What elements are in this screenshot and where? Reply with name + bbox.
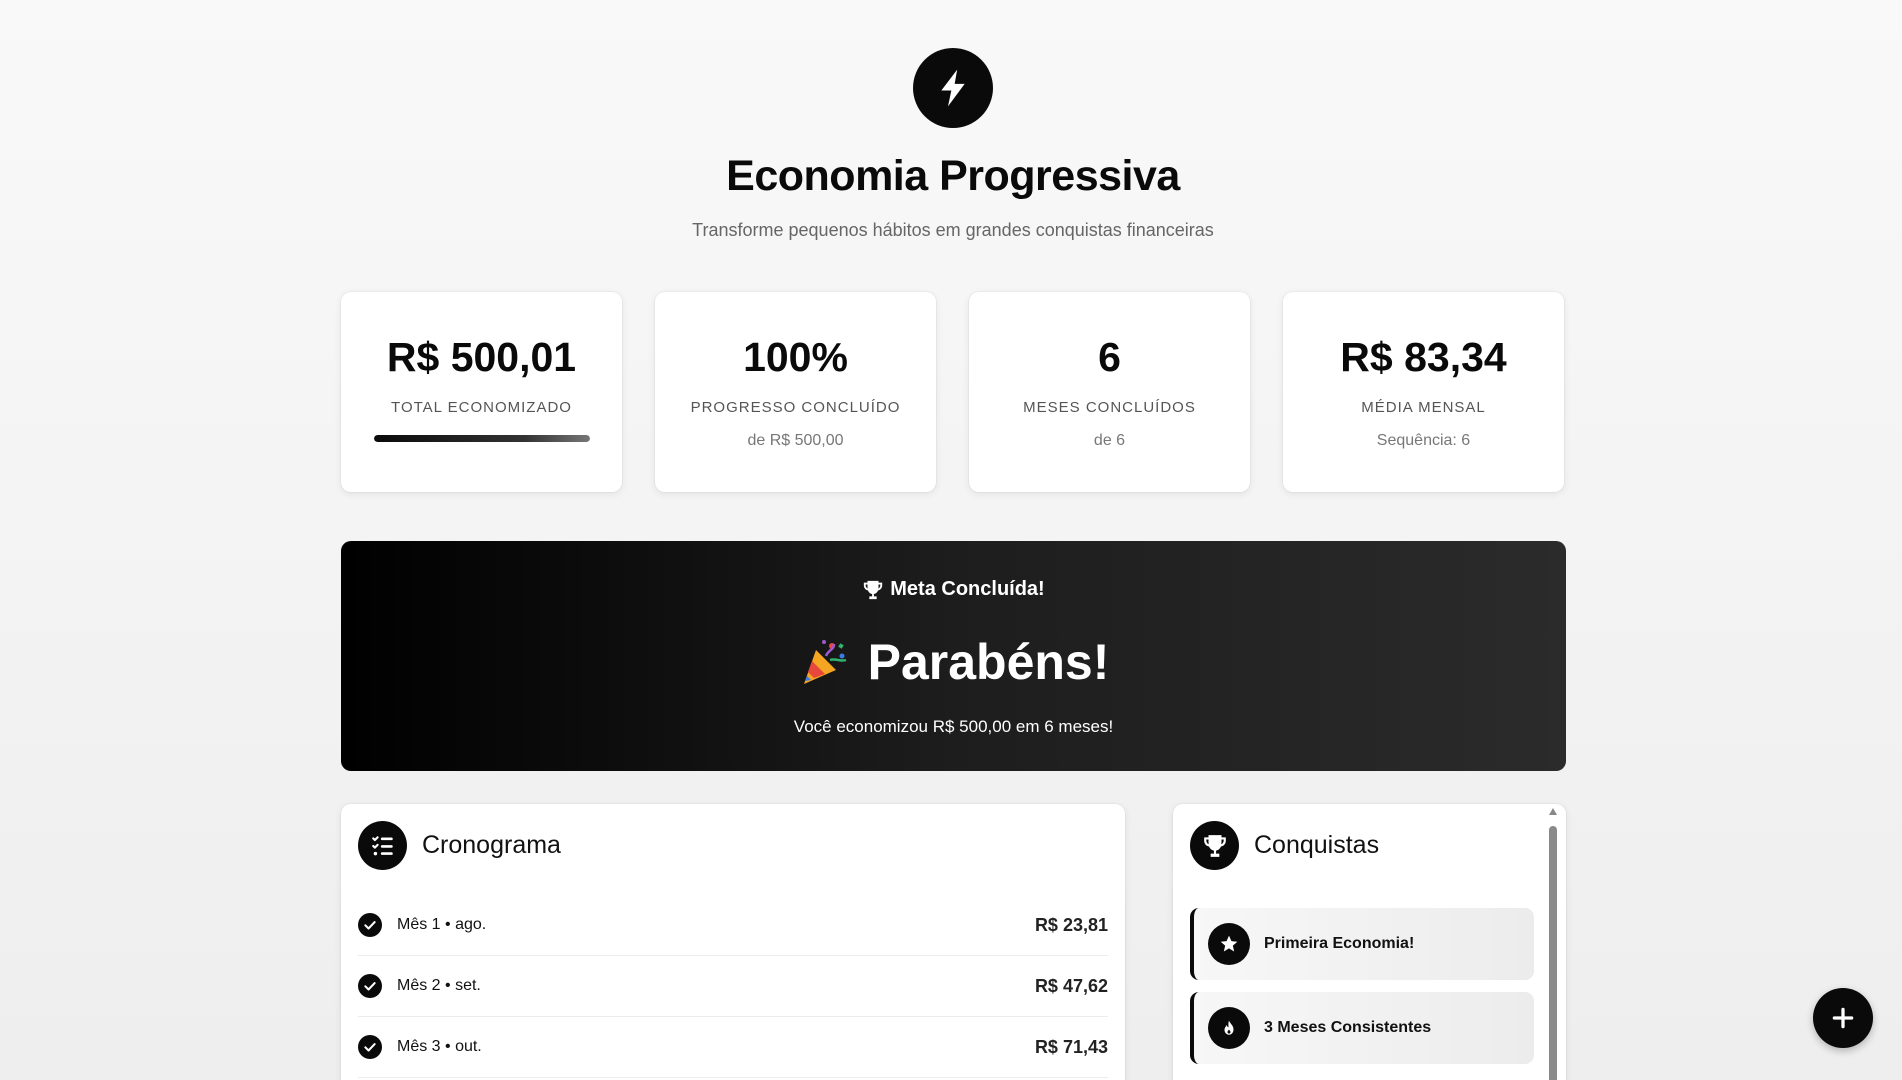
total-progress-bar xyxy=(374,435,590,442)
scroll-up-arrow-icon[interactable] xyxy=(1549,808,1557,815)
schedule-row-amount: R$ 23,81 xyxy=(1034,914,1108,935)
schedule-row[interactable]: Mês 2 • set. R$ 47,62 xyxy=(358,956,1108,1017)
schedule-row-label: Mês 3 • out. xyxy=(397,1038,482,1055)
achievement-item[interactable]: 3 Meses Consistentes xyxy=(1190,992,1534,1064)
total-progress-fill xyxy=(374,435,590,442)
schedule-header: Cronograma xyxy=(358,821,561,870)
schedule-row-amount: R$ 71,43 xyxy=(1034,1036,1108,1057)
add-button[interactable] xyxy=(1813,988,1873,1048)
stats-row: R$ 500,01 TOTAL ECONOMIZADO 100% PROGRES… xyxy=(341,292,1564,492)
stat-months-label: MESES CONCLUÍDOS xyxy=(1023,399,1196,416)
schedule-list: Mês 1 • ago. R$ 23,81 Mês 2 • set. R$ 47… xyxy=(358,895,1108,1078)
page-title: Economia Progressiva xyxy=(726,152,1180,200)
trophy-icon xyxy=(864,580,883,599)
stat-average-value: R$ 83,34 xyxy=(1340,334,1507,380)
stat-total-label: TOTAL ECONOMIZADO xyxy=(391,399,572,416)
stat-card-months: 6 MESES CONCLUÍDOS de 6 xyxy=(969,292,1250,492)
stat-average-sub: Sequência: 6 xyxy=(1376,432,1471,449)
stat-card-average: R$ 83,34 MÉDIA MENSAL Sequência: 6 xyxy=(1283,292,1564,492)
trophy-icon xyxy=(1190,821,1239,870)
schedule-row-label: Mês 1 • ago. xyxy=(397,916,487,933)
stat-months-value: 6 xyxy=(1098,334,1121,380)
check-circle-icon xyxy=(358,913,382,937)
stat-progress-value: 100% xyxy=(743,334,848,380)
checklist-icon xyxy=(358,821,407,870)
banner-tag-label: Meta Concluída! xyxy=(890,578,1045,600)
scroll-thumb[interactable] xyxy=(1549,826,1557,1080)
achievement-label: Primeira Economia! xyxy=(1264,935,1415,952)
schedule-title: Cronograma xyxy=(422,831,561,859)
stat-card-total: R$ 500,01 TOTAL ECONOMIZADO xyxy=(341,292,622,492)
banner-title-text: Parabéns! xyxy=(867,634,1110,690)
banner-title: Parabéns! xyxy=(341,633,1566,691)
schedule-panel: Cronograma Mês 1 • ago. R$ 23,81 Mês 2 •… xyxy=(341,804,1125,1080)
lightning-bolt-icon xyxy=(941,69,965,107)
stat-progress-label: PROGRESSO CONCLUÍDO xyxy=(690,399,901,416)
stat-progress-sub: de R$ 500,00 xyxy=(747,432,844,449)
achievement-label: 3 Meses Consistentes xyxy=(1264,1019,1432,1036)
achievements-scrollbar[interactable] xyxy=(1548,808,1558,1080)
banner-tag: Meta Concluída! xyxy=(341,578,1566,601)
party-popper-icon xyxy=(803,640,847,684)
achievements-panel: Conquistas Primeira Economia! 3 Meses Co… xyxy=(1173,804,1566,1080)
page: Economia Progressiva Transforme pequenos… xyxy=(0,0,1902,1080)
logo xyxy=(913,48,993,128)
stat-card-progress: 100% PROGRESSO CONCLUÍDO de R$ 500,00 xyxy=(655,292,936,492)
schedule-row[interactable]: Mês 1 • ago. R$ 23,81 xyxy=(358,895,1108,956)
achievements-list: Primeira Economia! 3 Meses Consistentes xyxy=(1190,908,1534,1076)
goal-complete-banner: Meta Concluída! Parabéns! Você economizo… xyxy=(341,541,1566,771)
stat-months-sub: de 6 xyxy=(1093,432,1126,449)
stat-average-label: MÉDIA MENSAL xyxy=(1361,399,1486,416)
schedule-row-amount: R$ 47,62 xyxy=(1034,975,1108,996)
flame-icon xyxy=(1208,1007,1250,1049)
stat-total-value: R$ 500,01 xyxy=(386,334,577,380)
banner-message: Você economizou R$ 500,00 em 6 meses! xyxy=(793,717,1114,736)
star-icon xyxy=(1208,923,1250,965)
check-circle-icon xyxy=(358,1035,382,1059)
check-circle-icon xyxy=(358,974,382,998)
achievements-title: Conquistas xyxy=(1254,831,1380,859)
plus-icon xyxy=(1832,1007,1854,1029)
schedule-row[interactable]: Mês 3 • out. R$ 71,43 xyxy=(358,1017,1108,1078)
schedule-row-label: Mês 2 • set. xyxy=(397,977,481,994)
achievements-header: Conquistas xyxy=(1190,821,1379,870)
achievement-item[interactable]: Primeira Economia! xyxy=(1190,908,1534,980)
page-subtitle: Transforme pequenos hábitos em grandes c… xyxy=(692,220,1214,240)
